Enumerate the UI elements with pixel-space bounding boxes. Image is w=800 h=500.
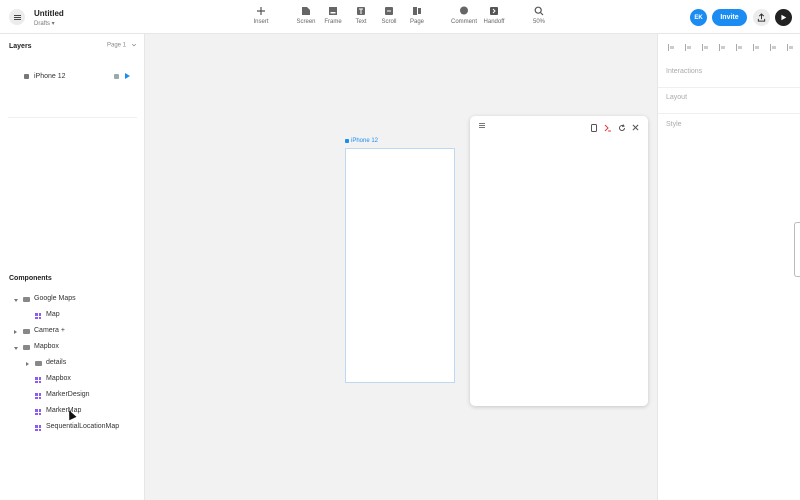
preview-play-button[interactable] xyxy=(775,9,792,26)
page-selector-label: Page 1 xyxy=(107,42,127,49)
design-canvas[interactable]: iPhone 12 xyxy=(145,34,657,500)
style-section[interactable]: Style xyxy=(658,114,800,141)
layers-list: iPhone 12 xyxy=(8,56,137,118)
component-icon xyxy=(35,409,41,415)
document-title[interactable]: Untitled xyxy=(34,9,64,18)
left-panel: Layers Page 1 iPhone 12 Components Googl… xyxy=(0,34,145,500)
close-icon[interactable] xyxy=(632,124,639,131)
layers-title: Layers xyxy=(9,43,32,50)
zoom-icon xyxy=(534,6,544,16)
component-item-markerdesign[interactable]: MarkerDesign xyxy=(0,389,145,403)
page-tool[interactable]: Page xyxy=(399,6,435,25)
insert-tool[interactable]: Insert xyxy=(243,6,279,25)
zoom-level: 50% xyxy=(532,19,545,25)
right-panel: Interactions Layout Style xyxy=(657,34,800,500)
caret-right-icon[interactable] xyxy=(26,362,29,366)
tool-label: Page xyxy=(409,19,424,25)
tree-label: Mapbox xyxy=(46,375,71,382)
interactions-section[interactable]: Interactions xyxy=(658,61,800,88)
alignment-tools xyxy=(668,44,793,54)
components-title: Components xyxy=(9,275,52,282)
folder-icon xyxy=(23,345,30,350)
layout-section[interactable]: Layout xyxy=(658,87,800,114)
upload-icon xyxy=(757,13,766,22)
project-selector[interactable]: Drafts ▾ xyxy=(34,20,55,27)
frame-icon xyxy=(345,139,349,143)
frame-label-text: iPhone 12 xyxy=(351,138,379,144)
menu-icon[interactable] xyxy=(479,125,485,126)
page-selector[interactable]: Page 1 xyxy=(107,42,137,49)
folder-icon xyxy=(23,297,30,302)
panel-resize-handle[interactable] xyxy=(794,222,800,277)
menu-icon xyxy=(13,16,21,18)
tree-label: Google Maps xyxy=(34,295,76,302)
tree-label: Mapbox xyxy=(34,343,59,350)
comment-icon xyxy=(460,6,468,15)
tree-label: SequentialLocationMap xyxy=(46,423,120,430)
screen-icon xyxy=(302,7,310,15)
top-bar: Untitled Drafts ▾ Insert Screen Frame Te… xyxy=(0,0,800,34)
play-icon xyxy=(781,14,787,21)
component-folder-mapbox[interactable]: Mapbox xyxy=(0,341,145,355)
tree-label: Map xyxy=(46,311,60,318)
component-icon xyxy=(35,393,41,399)
component-item-map[interactable]: Map xyxy=(0,309,145,323)
tree-label: MarkerDesign xyxy=(46,391,90,398)
refresh-icon[interactable] xyxy=(618,124,626,132)
caret-down-icon[interactable] xyxy=(14,347,18,350)
iphone-frame[interactable] xyxy=(345,148,455,383)
handoff-icon xyxy=(490,7,498,15)
folder-icon xyxy=(35,361,42,366)
component-folder-google-maps[interactable]: Google Maps xyxy=(0,293,145,307)
tree-label: Camera + xyxy=(34,327,65,334)
scroll-icon xyxy=(385,7,393,15)
caret-down-icon[interactable] xyxy=(14,299,18,302)
tool-label: Handoff xyxy=(483,19,505,25)
section-label: Layout xyxy=(666,94,688,101)
align-bottom-icon[interactable] xyxy=(753,44,759,51)
tree-label: details xyxy=(46,359,67,366)
align-right-icon[interactable] xyxy=(702,44,708,51)
tool-label: Insert xyxy=(253,19,269,25)
play-icon[interactable] xyxy=(125,73,130,79)
zoom-control[interactable]: 50% xyxy=(521,6,557,25)
layer-label: iPhone 12 xyxy=(34,73,66,80)
invite-button[interactable]: Invite xyxy=(712,9,747,26)
layer-item[interactable]: iPhone 12 xyxy=(8,70,137,84)
page-icon xyxy=(413,7,421,15)
preview-window[interactable] xyxy=(470,116,648,406)
folder-icon xyxy=(23,329,30,334)
section-label: Interactions xyxy=(666,68,703,75)
component-item-mapbox[interactable]: Mapbox xyxy=(0,373,145,387)
align-left-icon[interactable] xyxy=(668,44,674,51)
text-icon xyxy=(357,7,365,15)
caret-right-icon[interactable] xyxy=(14,330,17,334)
tree-label: MarkerMap xyxy=(46,407,82,414)
device-icon[interactable] xyxy=(591,124,597,132)
component-folder-camera[interactable]: Camera + xyxy=(0,325,145,339)
frame-label[interactable]: iPhone 12 xyxy=(345,138,378,144)
handoff-tool[interactable]: Handoff xyxy=(476,6,512,25)
align-top-icon[interactable] xyxy=(719,44,725,51)
component-item-sequentiallocationmap[interactable]: SequentialLocationMap xyxy=(0,421,145,435)
align-center-h-icon[interactable] xyxy=(685,44,691,51)
component-icon xyxy=(35,313,41,319)
plus-icon xyxy=(257,7,265,15)
distribute-v-icon[interactable] xyxy=(787,44,793,51)
frame-icon xyxy=(24,74,29,79)
section-label: Style xyxy=(666,121,682,128)
share-button[interactable] xyxy=(753,9,770,26)
chevron-down-icon xyxy=(131,43,136,47)
component-icon xyxy=(35,425,41,431)
code-icon[interactable] xyxy=(604,124,612,132)
frame-icon xyxy=(329,7,337,15)
hamburger-menu-button[interactable] xyxy=(9,9,25,25)
component-folder-details[interactable]: details xyxy=(0,357,145,371)
avatar[interactable]: EK xyxy=(690,9,707,26)
align-middle-icon[interactable] xyxy=(736,44,742,51)
component-icon xyxy=(35,377,41,383)
home-icon[interactable] xyxy=(114,74,119,79)
distribute-h-icon[interactable] xyxy=(770,44,776,51)
